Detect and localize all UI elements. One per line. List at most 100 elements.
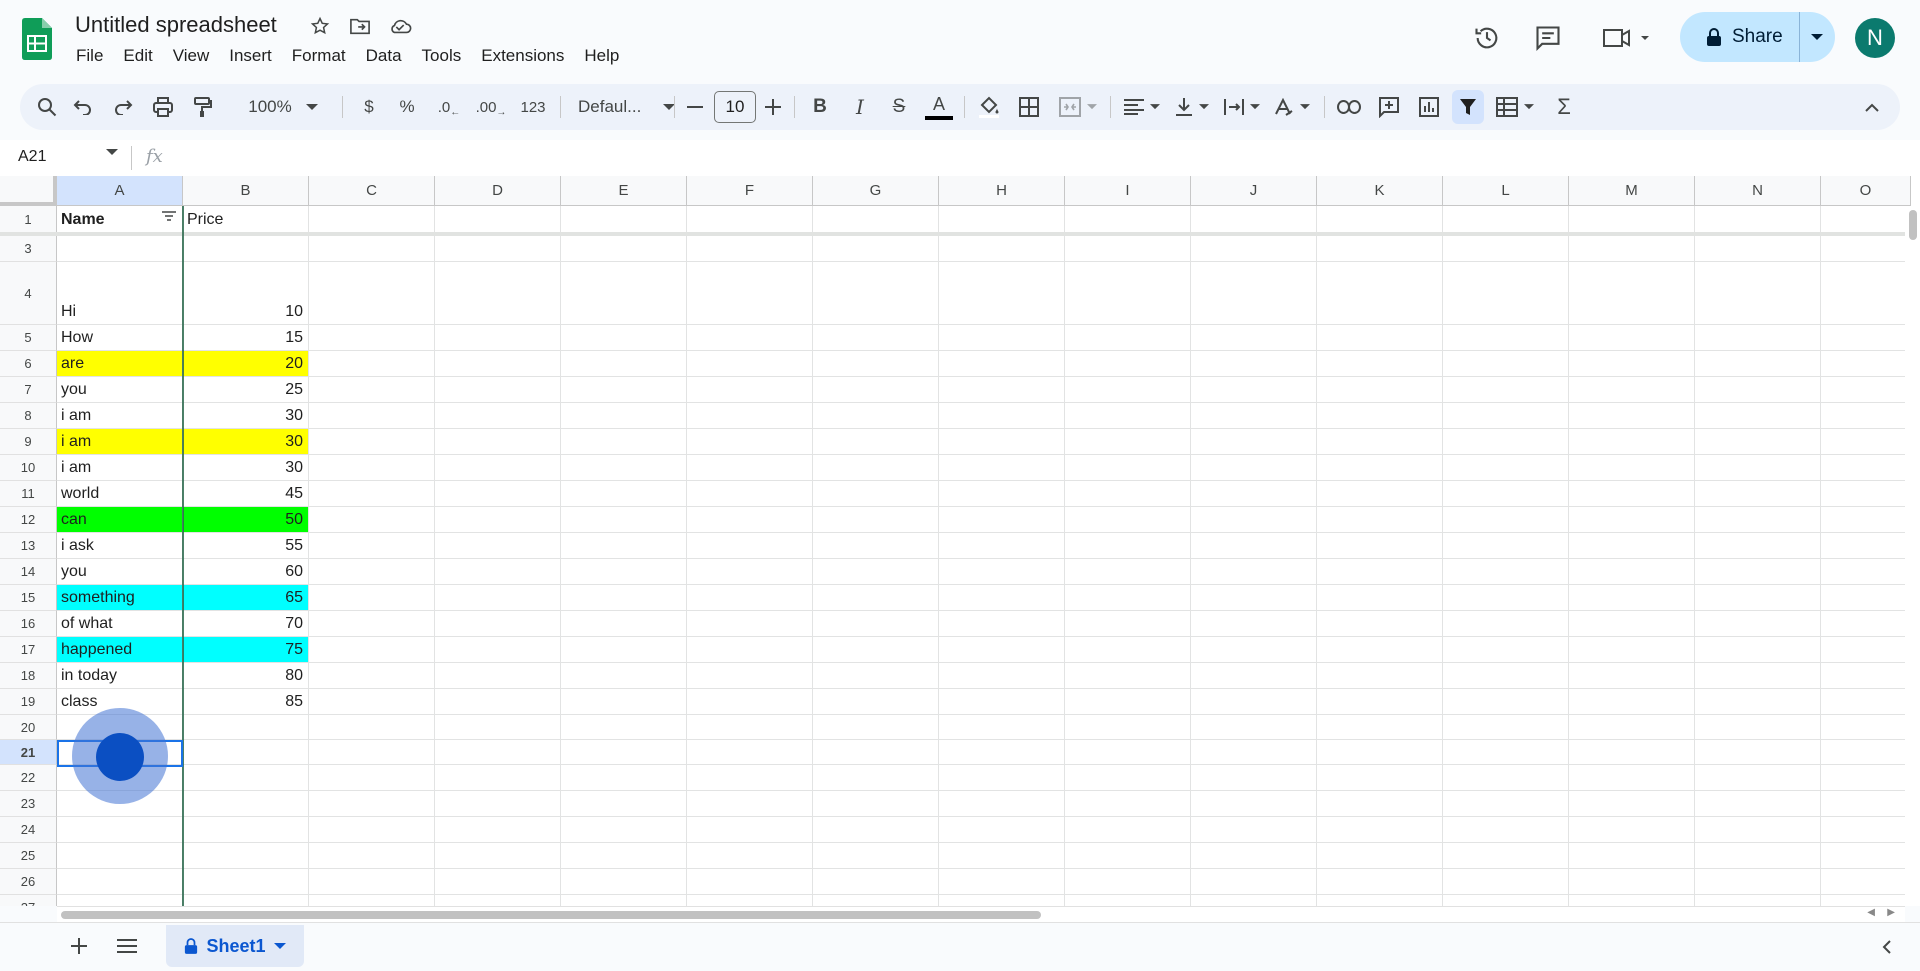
font-size-input[interactable]: 10 [714,91,756,123]
font-family-select[interactable]: Defaul... [578,84,688,130]
cell-a25[interactable] [57,843,183,869]
frozen-column-divider[interactable] [182,206,184,906]
cell-b3[interactable] [183,236,309,262]
avatar[interactable]: N [1855,18,1895,58]
cloud-saved-icon[interactable] [388,14,412,38]
scroll-left-icon[interactable]: ◀ [1867,907,1875,918]
chevron-down-icon[interactable] [273,942,286,950]
cell-b25[interactable] [183,843,309,869]
header-cell-price[interactable]: Price [183,206,309,233]
number-format-button[interactable]: 123 [516,84,550,130]
cell-a10[interactable]: i am [57,455,183,481]
cell-a7[interactable]: you [57,377,183,403]
menu-insert[interactable]: Insert [229,46,282,66]
row-header-18[interactable]: 18 [0,663,57,689]
insert-link-icon[interactable] [1334,84,1364,130]
currency-format-button[interactable]: $ [358,84,380,130]
menu-help[interactable]: Help [584,46,629,66]
menu-data[interactable]: Data [366,46,412,66]
row-header-3[interactable]: 3 [0,236,57,262]
cell-a26[interactable] [57,869,183,895]
cell-a14[interactable]: you [57,559,183,585]
percent-format-button[interactable]: % [396,84,418,130]
zoom-select[interactable]: 100% [242,84,324,130]
row-header-24[interactable]: 24 [0,817,57,843]
fill-color-icon[interactable] [974,84,1004,130]
star-icon[interactable] [308,14,332,38]
cell-a27[interactable] [57,895,183,906]
cell-a5[interactable]: How [57,325,183,351]
side-panel-toggle-icon[interactable] [1874,935,1898,959]
cell-b6[interactable]: 20 [183,351,309,377]
cell-b10[interactable]: 30 [183,455,309,481]
menu-edit[interactable]: Edit [123,46,162,66]
column-header-e[interactable]: E [561,176,687,206]
text-wrapping-icon[interactable] [1220,84,1264,130]
row-header-10[interactable]: 10 [0,455,57,481]
cell-a12[interactable]: can [57,507,183,533]
column-header-g[interactable]: G [813,176,939,206]
row-header-15[interactable]: 15 [0,585,57,611]
select-all-corner[interactable] [0,176,57,206]
row-header-16[interactable]: 16 [0,611,57,637]
row-header-7[interactable]: 7 [0,377,57,403]
menu-view[interactable]: View [173,46,220,66]
table-view-icon[interactable] [1490,84,1540,130]
row-header-17[interactable]: 17 [0,637,57,663]
column-header-d[interactable]: D [435,176,561,206]
menu-format[interactable]: Format [292,46,356,66]
row-header-5[interactable]: 5 [0,325,57,351]
cell-a3[interactable] [57,236,183,262]
print-icon[interactable] [150,84,176,130]
cell-b23[interactable] [183,791,309,817]
document-title[interactable]: Untitled spreadsheet [75,12,277,38]
collapse-toolbar-icon[interactable] [1858,84,1886,130]
column-header-l[interactable]: L [1443,176,1569,206]
version-history-icon[interactable] [1467,18,1507,58]
cell-a15[interactable]: something [57,585,183,611]
row-header-9[interactable]: 9 [0,429,57,455]
decrease-decimal-button[interactable]: .0 ← [434,84,464,130]
cell-a17[interactable]: happened [57,637,183,663]
cell-b7[interactable]: 25 [183,377,309,403]
cell-a24[interactable] [57,817,183,843]
row-header-26[interactable]: 26 [0,869,57,895]
all-sheets-icon[interactable] [112,931,142,961]
cell-a9[interactable]: i am [57,429,183,455]
column-header-m[interactable]: M [1569,176,1695,206]
cell-a16[interactable]: of what [57,611,183,637]
scroll-right-icon[interactable]: ▶ [1887,907,1895,918]
insert-chart-icon[interactable] [1414,84,1444,130]
cell-b18[interactable]: 80 [183,663,309,689]
column-header-i[interactable]: I [1065,176,1191,206]
menu-extensions[interactable]: Extensions [481,46,574,66]
cell-a11[interactable]: world [57,481,183,507]
row-header-11[interactable]: 11 [0,481,57,507]
header-cell-name[interactable]: Name [57,206,183,233]
horizontal-scroll-thumb[interactable] [61,911,1041,919]
row-header-21[interactable]: 21 [0,740,57,765]
cell-b27[interactable] [183,895,309,906]
cell-a6[interactable]: are [57,351,183,377]
cell-b9[interactable]: 30 [183,429,309,455]
row-header-19[interactable]: 19 [0,689,57,715]
row-header-23[interactable]: 23 [0,791,57,817]
redo-icon[interactable] [110,84,136,130]
column-header-j[interactable]: J [1191,176,1317,206]
undo-icon[interactable] [70,84,96,130]
bold-icon[interactable]: B [808,84,832,130]
cell-b11[interactable]: 45 [183,481,309,507]
add-sheet-icon[interactable] [64,931,94,961]
row-header-25[interactable]: 25 [0,843,57,869]
row-header-14[interactable]: 14 [0,559,57,585]
column-header-c[interactable]: C [309,176,435,206]
increase-decimal-button[interactable]: .00 → [474,84,508,130]
share-dropdown-icon[interactable] [1800,12,1835,62]
decrease-font-size-icon[interactable] [684,84,706,130]
column-header-a[interactable]: A [57,176,183,206]
functions-icon[interactable]: Σ [1550,84,1578,130]
column-header-o[interactable]: O [1821,176,1911,206]
column-header-k[interactable]: K [1317,176,1443,206]
italic-icon[interactable]: I [848,84,872,130]
cell-b17[interactable]: 75 [183,637,309,663]
